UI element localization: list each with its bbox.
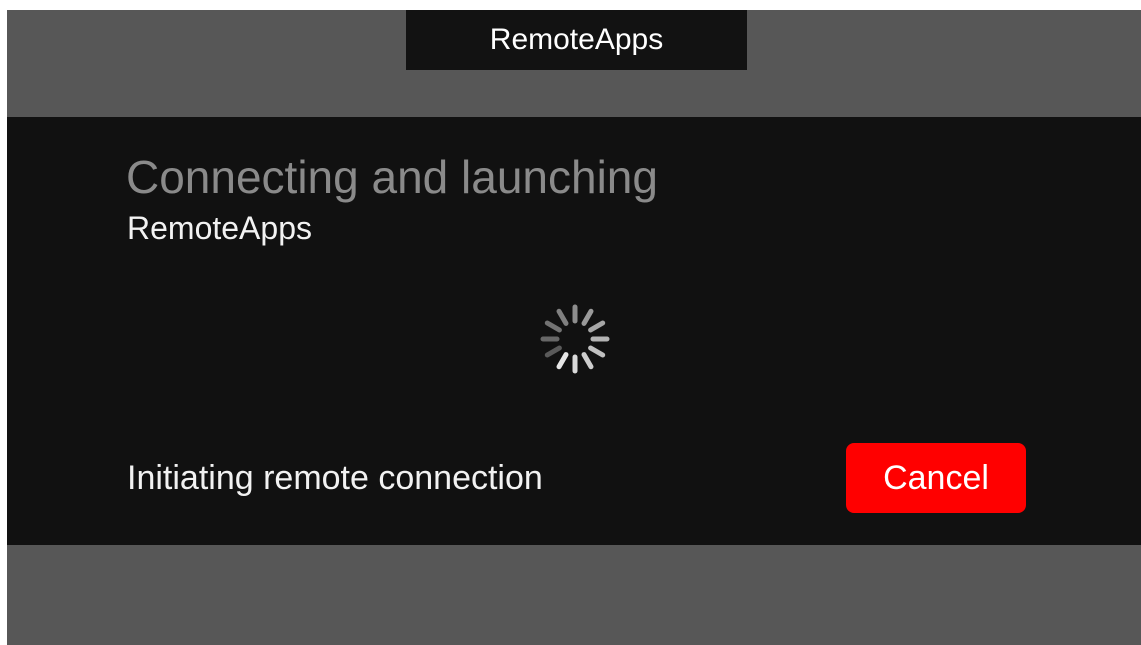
dialog-heading: Connecting and launching [126,151,658,203]
spinner-spoke [588,320,606,333]
loading-spinner-icon [540,304,610,374]
spinner-spoke [581,352,594,370]
app-name: RemoteApps [127,210,312,246]
spinner-spoke [581,308,594,326]
spinner-spoke [544,320,562,333]
status-text: Initiating remote connection [127,459,543,497]
spinner-spoke [544,345,562,358]
window-title: RemoteApps [406,10,747,70]
remote-session-screen: RemoteApps Connecting and launching Remo… [7,10,1141,645]
cancel-button[interactable]: Cancel [846,443,1026,513]
spinner-spoke [556,352,569,370]
connection-dialog: Connecting and launching RemoteApps Init… [7,117,1141,545]
spinner-spoke [556,308,569,326]
spinner-spoke [588,345,606,358]
